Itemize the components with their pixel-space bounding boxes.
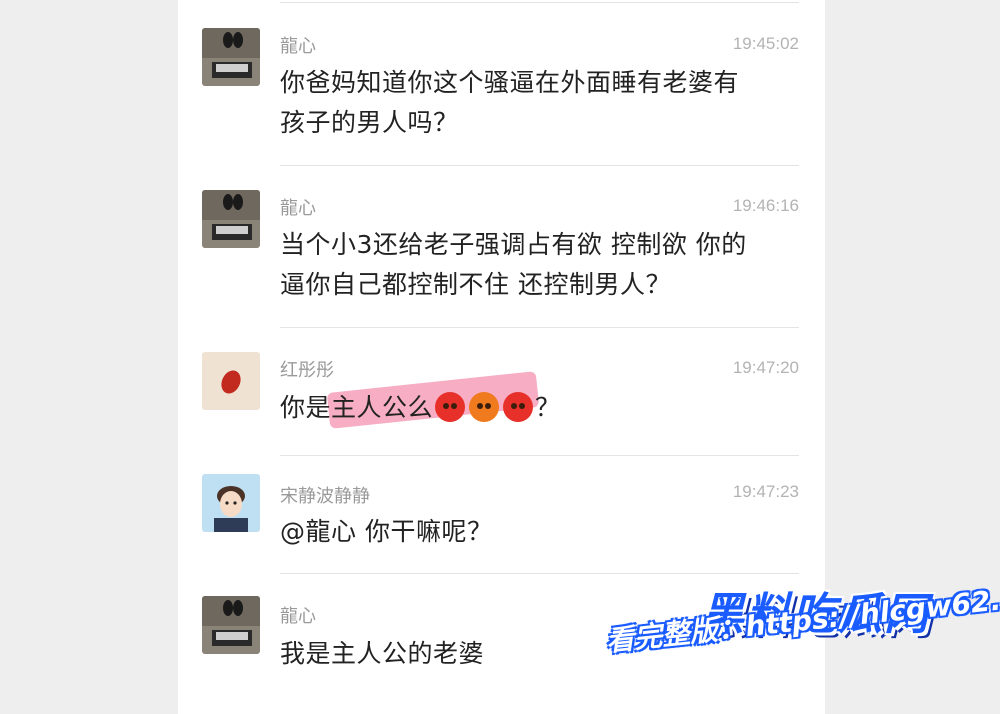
sender-name: 宋静波静静 xyxy=(280,486,370,507)
avatar[interactable] xyxy=(202,190,260,248)
avatar[interactable] xyxy=(202,352,260,410)
divider xyxy=(280,573,799,574)
message-text: 当个小3还给老子强调占有欲 控制欲 你的 逼你自己都控制不住 还控制男人？ xyxy=(280,230,747,299)
red-face-emoji xyxy=(435,392,466,422)
orange-face-emoji xyxy=(469,392,500,422)
timestamp: 19:45:02 xyxy=(732,34,799,53)
sender-name: 龍心 xyxy=(280,606,316,627)
message-text: 你是主人公么？ xyxy=(280,392,561,422)
sender-name: 红彤彤 xyxy=(280,360,334,381)
avatar[interactable] xyxy=(202,596,260,654)
red-face-emoji xyxy=(503,392,534,422)
message-text: @龍心 你干嘛呢？ xyxy=(280,517,493,546)
divider xyxy=(280,455,799,456)
avatar[interactable] xyxy=(202,474,260,532)
avatar[interactable] xyxy=(202,28,260,86)
timestamp: 19:47:20 xyxy=(732,358,799,377)
sender-name: 龍心 xyxy=(280,198,316,219)
timestamp: 19:47:23 xyxy=(732,482,799,501)
message-text: 你爸妈知道你这个骚逼在外面睡有老婆有 孩子的男人吗？ xyxy=(280,68,740,137)
timestamp: 19:46:16 xyxy=(732,196,799,215)
divider xyxy=(280,327,799,328)
divider xyxy=(280,165,799,166)
divider xyxy=(280,2,799,3)
sender-name: 龍心 xyxy=(280,36,316,57)
